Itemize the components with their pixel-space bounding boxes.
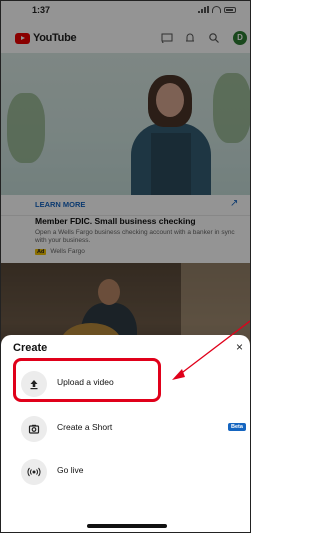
phone-screen: 1:37 YouTube D LEARN MORE ↗ Member FDIC.…: [0, 0, 251, 533]
annotation-arrow: [172, 320, 250, 380]
home-indicator[interactable]: [87, 524, 167, 528]
